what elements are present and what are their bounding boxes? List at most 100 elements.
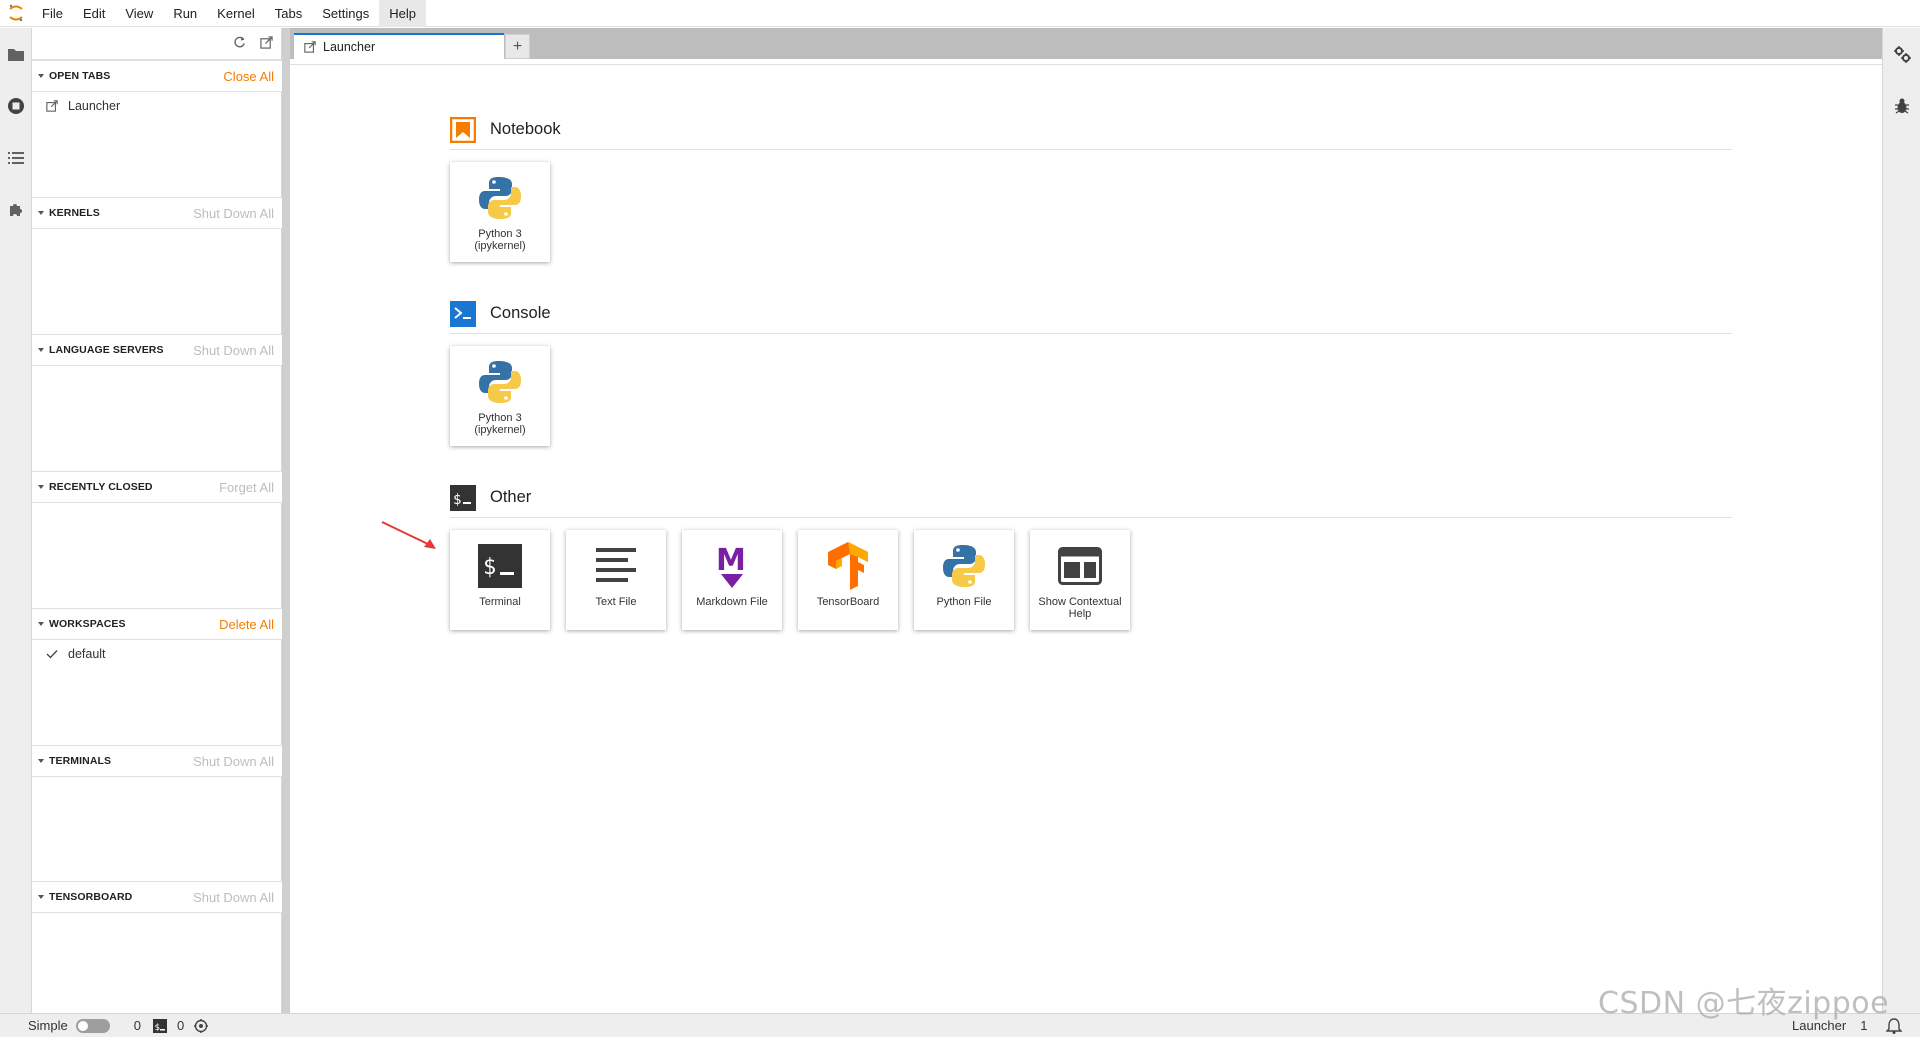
card-markdown-file[interactable]: M Markdown File: [682, 530, 782, 630]
section-language-servers: LANGUAGE SERVERS Shut Down All: [32, 334, 282, 366]
launcher-section-console: Console Python 3 (ipykernel): [450, 294, 1732, 446]
caret-down-icon: [38, 622, 44, 626]
python-logo-icon: [938, 540, 990, 592]
panel-splitter[interactable]: [282, 28, 290, 1013]
left-activity-bar: [0, 28, 32, 1013]
menu-help[interactable]: Help: [379, 0, 426, 27]
menu-settings[interactable]: Settings: [312, 0, 379, 27]
shut-down-all-language-servers-button[interactable]: Shut Down All: [193, 343, 274, 358]
menu-tabs[interactable]: Tabs: [265, 0, 312, 27]
tab-label: Launcher: [323, 40, 376, 54]
notebook-icon: [450, 116, 476, 143]
section-title: WORKSPACES: [49, 618, 126, 630]
terminal-count[interactable]: $ 0: [152, 1014, 184, 1037]
shut-down-all-tensorboards-button[interactable]: Shut Down All: [193, 890, 274, 905]
delete-all-button[interactable]: Delete All: [219, 617, 274, 632]
card-contextual-help[interactable]: Show Contextual Help: [1030, 530, 1130, 630]
section-header[interactable]: KERNELS Shut Down All: [32, 197, 282, 229]
running-icon[interactable]: [0, 80, 32, 132]
open-external-icon[interactable]: [260, 35, 273, 52]
section-header[interactable]: WORKSPACES Delete All: [32, 608, 282, 640]
caret-down-icon: [38, 759, 44, 763]
check-icon: [46, 650, 58, 659]
debugger-bug-icon[interactable]: [1883, 80, 1920, 132]
launcher-panel: Notebook Python 3 (ipykernel) Console Py…: [290, 59, 1882, 1013]
card-label: Python 3 (ipykernel): [474, 228, 526, 252]
tensorflow-logo-icon: [822, 540, 874, 592]
menu-file[interactable]: File: [32, 0, 73, 27]
section-terminals: TERMINALS Shut Down All: [32, 745, 282, 777]
section-title: Other: [490, 488, 532, 506]
caret-down-icon: [38, 348, 44, 352]
forget-all-button[interactable]: Forget All: [219, 480, 274, 495]
section-title: Notebook: [490, 120, 561, 138]
card-label: Python File: [936, 596, 992, 608]
card-tensorboard[interactable]: TensorBoard: [798, 530, 898, 630]
menu-edit[interactable]: Edit: [73, 0, 115, 27]
section-header[interactable]: LANGUAGE SERVERS Shut Down All: [32, 334, 282, 366]
launcher-tab-icon: [304, 41, 316, 53]
card-python3-console[interactable]: Python 3 (ipykernel): [450, 346, 550, 446]
caret-down-icon: [38, 895, 44, 899]
card-terminal[interactable]: $ Terminal: [450, 530, 550, 630]
close-all-button[interactable]: Close All: [223, 69, 274, 84]
shut-down-all-kernels-button[interactable]: Shut Down All: [193, 206, 274, 221]
divider: [290, 64, 1882, 65]
section-header[interactable]: TENSORBOARD Shut Down All: [32, 881, 282, 913]
svg-text:$: $: [483, 555, 496, 580]
terminal-icon: $: [474, 540, 526, 592]
section-tensorboard: TENSORBOARD Shut Down All: [32, 881, 282, 913]
simple-mode-label: Simple: [28, 1018, 68, 1033]
section-header[interactable]: RECENTLY CLOSED Forget All: [32, 471, 282, 503]
panel-toolbar: [32, 28, 281, 60]
svg-text:$: $: [154, 1023, 159, 1033]
menu-run[interactable]: Run: [163, 0, 207, 27]
section-header[interactable]: OPEN TABS Close All: [32, 60, 282, 92]
section-title: OPEN TABS: [49, 70, 111, 82]
tab-bar: Launcher +: [290, 28, 1882, 59]
section-title: TERMINALS: [49, 755, 112, 767]
language-server-status[interactable]: [194, 1014, 209, 1037]
simple-mode-toggle[interactable]: [75, 1018, 110, 1033]
new-launcher-button[interactable]: +: [505, 34, 530, 59]
section-recently-closed: RECENTLY CLOSED Forget All: [32, 471, 282, 503]
list-item[interactable]: default: [32, 640, 282, 668]
launcher-section-notebook: Notebook Python 3 (ipykernel): [450, 110, 1732, 262]
simple-mode: Simple: [28, 1014, 110, 1037]
card-label: TensorBoard: [816, 596, 880, 608]
running-sessions-panel: OPEN TABS Close All Launcher KERNELS Shu…: [32, 28, 282, 1013]
refresh-icon[interactable]: [233, 36, 246, 52]
console-icon: [450, 300, 476, 327]
list-item[interactable]: Launcher: [32, 92, 282, 120]
markdown-icon: M: [706, 540, 758, 592]
shut-down-all-terminals-button[interactable]: Shut Down All: [193, 754, 274, 769]
section-title: TENSORBOARD: [49, 891, 133, 903]
menu-view[interactable]: View: [115, 0, 163, 27]
card-python3-notebook[interactable]: Python 3 (ipykernel): [450, 162, 550, 262]
kernel-count[interactable]: 0: [134, 1014, 141, 1037]
menu-kernel[interactable]: Kernel: [207, 0, 265, 27]
folder-icon[interactable]: [0, 28, 32, 80]
toggle-knob: [77, 1020, 88, 1031]
launcher-section-other: $ Other $ Terminal Text File M Markdown …: [450, 478, 1732, 630]
section-header[interactable]: TERMINALS Shut Down All: [32, 745, 282, 777]
caret-down-icon: [38, 485, 44, 489]
card-text-file[interactable]: Text File: [566, 530, 666, 630]
watermark: CSDN @七夜zippoe: [1598, 986, 1890, 1021]
card-label: Text File: [595, 596, 637, 608]
main-dock-area: Launcher + Notebook Python 3 (ipykernel): [290, 28, 1882, 1013]
card-label: Markdown File: [696, 596, 768, 608]
caret-down-icon: [38, 211, 44, 215]
section-workspaces: WORKSPACES Delete All default: [32, 608, 282, 668]
section-title: LANGUAGE SERVERS: [49, 344, 164, 356]
section-title: RECENTLY CLOSED: [49, 481, 153, 493]
svg-text:$: $: [453, 492, 461, 508]
table-of-contents-icon[interactable]: [0, 132, 32, 184]
caret-down-icon: [38, 74, 44, 78]
property-inspector-gear-icon[interactable]: [1883, 28, 1920, 80]
tab-launcher[interactable]: Launcher: [294, 33, 504, 59]
extension-puzzle-icon[interactable]: [0, 184, 32, 236]
jupyter-logo-icon[interactable]: [0, 0, 32, 27]
card-python-file[interactable]: Python File: [914, 530, 1014, 630]
section-open-tabs: OPEN TABS Close All Launcher: [32, 60, 282, 120]
